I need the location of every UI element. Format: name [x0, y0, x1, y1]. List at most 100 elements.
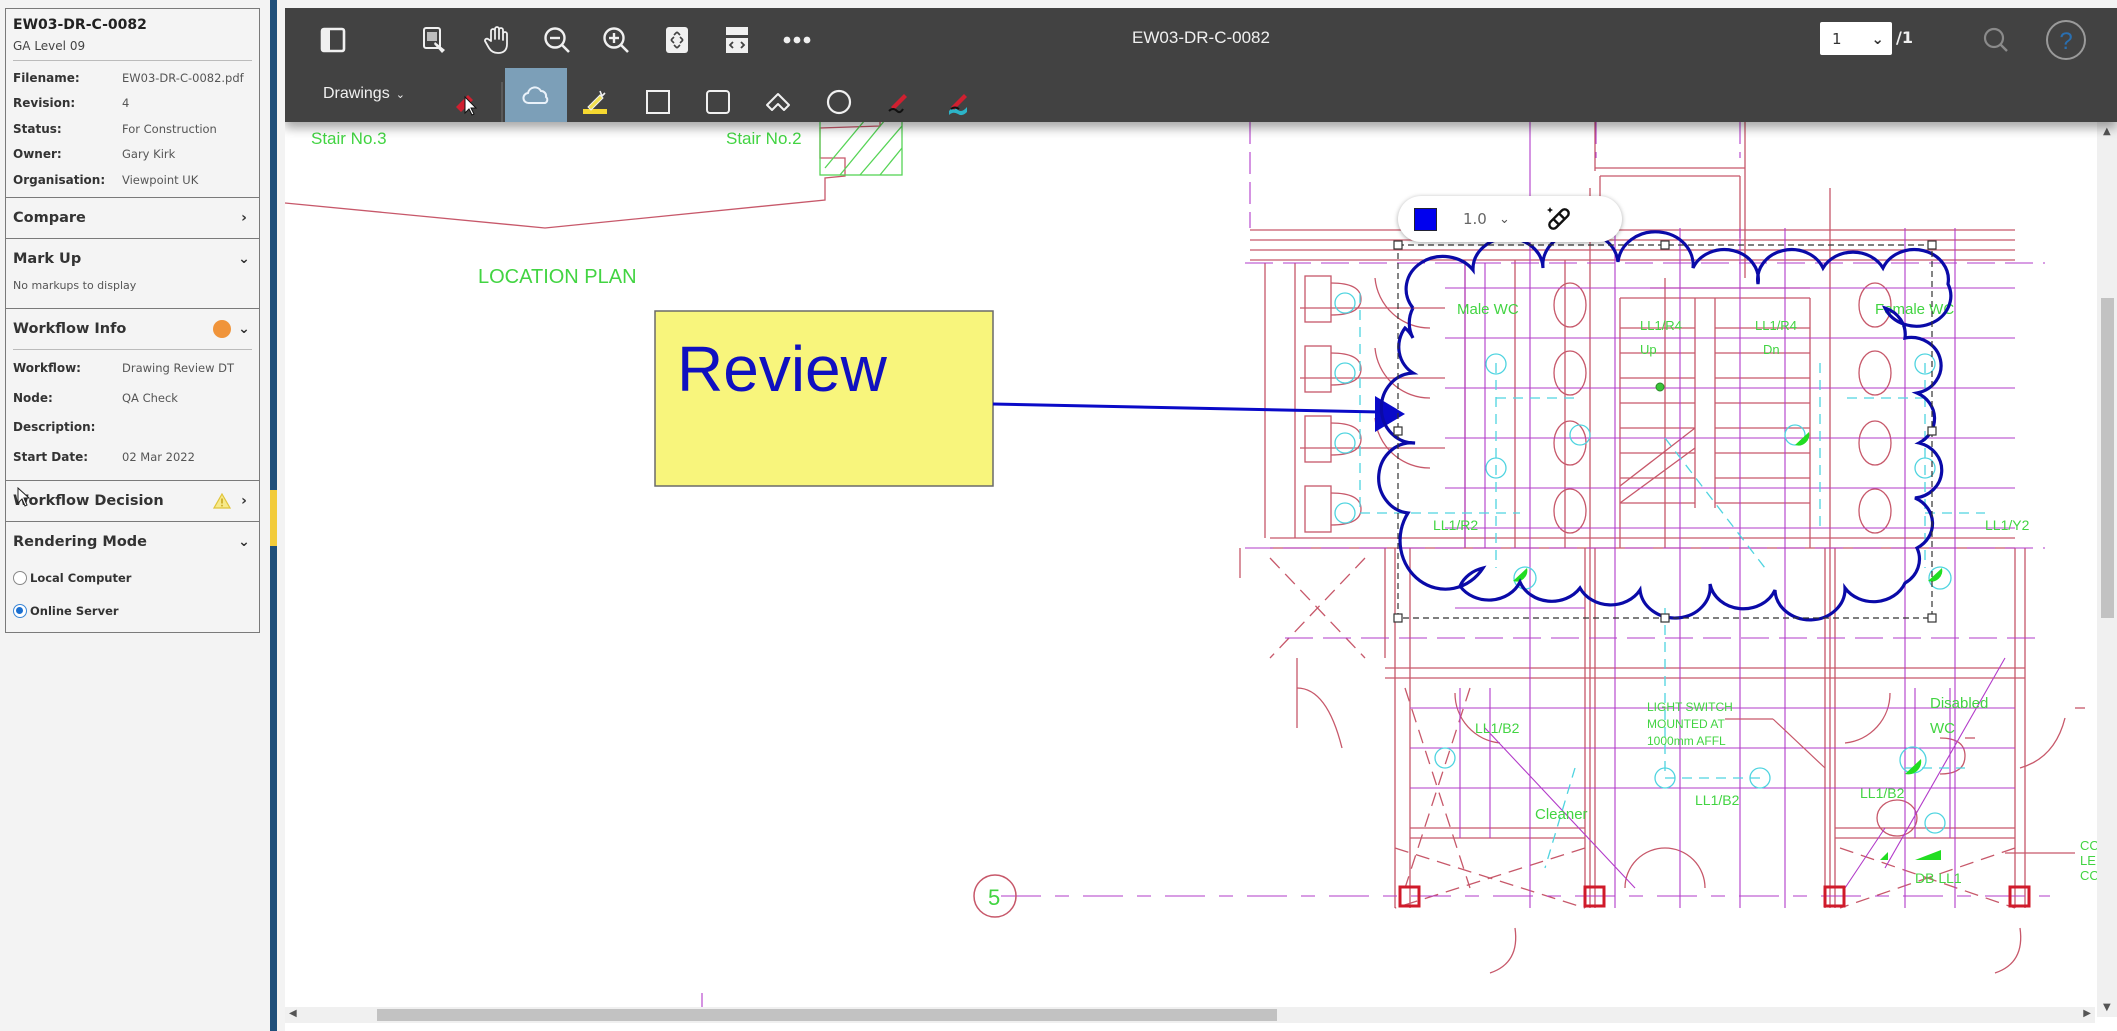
compare-section-header[interactable]: Compare › — [6, 198, 259, 238]
stroke-color-swatch[interactable] — [1414, 207, 1437, 231]
scroll-right-icon[interactable]: ▶ — [2083, 1008, 2091, 1019]
more-options-button[interactable] — [781, 24, 813, 56]
drawing-label: Up — [1640, 342, 1657, 357]
zoom-out-button[interactable] — [541, 24, 573, 56]
highlighter-icon — [583, 90, 607, 114]
property-value: Gary Kirk — [122, 147, 176, 162]
cloud-tool-button[interactable] — [505, 68, 567, 122]
hand-icon — [484, 26, 508, 54]
chevron-down-icon[interactable]: ⌄ — [1499, 212, 1510, 227]
splitter-handle[interactable] — [270, 490, 277, 546]
workflow-status-icon — [213, 319, 231, 338]
radio-button[interactable] — [13, 604, 27, 618]
drawing-label: CC — [2080, 868, 2099, 883]
property-row: Organisation: Viewpoint UK — [6, 167, 259, 193]
markup-select-icon — [456, 95, 478, 116]
scroll-up-icon[interactable]: ▲ — [2103, 126, 2111, 137]
markup-select-button[interactable] — [448, 82, 484, 122]
horizontal-scroll-thumb[interactable] — [377, 1009, 1277, 1021]
workflow-field-label: Description: — [13, 420, 96, 435]
radio-label: Online Server — [30, 604, 119, 618]
markup-empty-text: No markups to display — [13, 278, 137, 292]
vertical-scroll-thumb[interactable] — [2101, 298, 2114, 618]
highlighter-button[interactable] — [577, 82, 613, 122]
scroll-left-icon[interactable]: ◀ — [289, 1008, 297, 1019]
select-text-button[interactable] — [419, 24, 451, 56]
document-info-box: EW03-DR-C-0082 GA Level 09 Filename: EW0… — [5, 8, 260, 633]
property-row: Filename: EW03-DR-C-0082.pdf — [6, 65, 259, 91]
property-value: For Construction — [122, 121, 217, 136]
ellipse-tool-button[interactable] — [821, 82, 857, 122]
drawing-label: LE — [2080, 853, 2096, 868]
radio-local-computer[interactable]: Local Computer — [6, 562, 259, 595]
page-current: 1 — [1832, 29, 1842, 48]
workflow-field-row: Node: QA Check — [6, 383, 259, 413]
drawing-label: DB LL1 — [1915, 870, 1962, 886]
freehand-pen-button[interactable] — [880, 82, 916, 122]
property-value: 4 — [122, 96, 130, 111]
zoom-in-icon — [603, 27, 629, 53]
property-value: Viewpoint UK — [122, 172, 199, 187]
scroll-down-icon[interactable]: ▼ — [2103, 1002, 2111, 1013]
horizontal-scrollbar[interactable]: ◀ ▶ — [285, 1007, 2095, 1023]
chevron-down-icon: ⌄ — [395, 88, 405, 101]
drawing-label: 5 — [988, 885, 1000, 910]
vertical-scrollbar[interactable]: ▲ ▼ — [2097, 122, 2117, 1017]
toolbar-separator — [501, 82, 503, 122]
page-number-select[interactable]: 1 ⌄ — [1820, 22, 1892, 55]
markup-section-header[interactable]: Mark Up ⌄ — [6, 239, 259, 279]
radio-button[interactable] — [13, 571, 27, 585]
zoom-out-icon — [544, 27, 570, 53]
workflow-info-section: Workflow Info ⌄ Workflow: Drawing Review… — [6, 307, 259, 472]
polyline-icon — [766, 93, 790, 111]
chevron-right-icon: › — [241, 209, 247, 226]
sidebar-toggle-button[interactable] — [318, 25, 348, 55]
document-info-panel: EW03-DR-C-0082 GA Level 09 Filename: EW0… — [0, 0, 268, 1031]
zoom-in-button[interactable] — [600, 24, 632, 56]
help-button[interactable]: ? — [2043, 17, 2089, 63]
search-button[interactable] — [1980, 24, 2012, 56]
callout-leader — [992, 402, 1381, 414]
chevron-down-icon: ⌄ — [238, 320, 250, 337]
drawing-outline — [285, 108, 881, 229]
drawing-label: Cleaner — [1535, 806, 1588, 823]
rectangle-tool-button[interactable] — [640, 82, 676, 122]
mouse-cursor-icon — [17, 487, 31, 507]
workflow-field-row: Description: — [6, 413, 259, 443]
search-icon — [1983, 27, 2008, 52]
property-label: Organisation: — [13, 172, 106, 187]
compare-title: Compare — [13, 209, 86, 226]
rendering-mode-header[interactable]: Rendering Mode ⌄ — [6, 522, 259, 562]
workflow-field-value: 02 Mar 2022 — [122, 449, 195, 464]
fit-page-button[interactable] — [661, 24, 693, 56]
drawing-label: LL1/R2 — [1433, 517, 1478, 533]
fit-width-button[interactable] — [721, 24, 753, 56]
rounded-rectangle-tool-button[interactable] — [700, 82, 736, 122]
review-callout[interactable]: Review — [654, 310, 1405, 487]
workflow-field-label: Workflow: — [13, 361, 81, 376]
line-width-select[interactable]: 1.0 — [1463, 210, 1493, 228]
magic-wand-icon[interactable] — [1544, 204, 1574, 234]
drawings-dropdown[interactable]: Drawings ⌄ — [323, 85, 405, 103]
workflow-decision-header[interactable]: Workflow Decision › — [6, 481, 259, 521]
drawing-label: Male WC — [1457, 301, 1519, 318]
property-label: Revision: — [13, 96, 76, 111]
chevron-down-icon: ⌄ — [1871, 29, 1884, 48]
anchor-point — [1655, 382, 1665, 392]
drawing-label: CC — [2080, 838, 2099, 853]
chevron-right-icon: › — [241, 492, 247, 509]
radio-online-server[interactable]: Online Server — [6, 595, 259, 628]
polyline-tool-button[interactable] — [760, 82, 796, 122]
drawing-label: LIGHT SWITCH — [1647, 700, 1733, 714]
drawing-canvas[interactable]: Stair No.3 Stair No.2 LOCATION PLAN Male… — [285, 8, 2117, 1031]
compare-section: Compare › — [6, 196, 259, 238]
chevron-down-icon: ⌄ — [238, 533, 250, 550]
eraser-pen-button[interactable] — [940, 82, 976, 122]
pan-tool-button[interactable] — [481, 24, 513, 56]
warning-icon — [213, 492, 231, 509]
workflow-info-header[interactable]: Workflow Info ⌄ — [6, 309, 259, 349]
callout-text: Review — [677, 333, 888, 405]
rectangle-icon — [646, 90, 670, 114]
workflow-decision-section: Workflow Decision › — [6, 479, 259, 521]
drawing-label: Stair No.2 — [726, 129, 802, 148]
